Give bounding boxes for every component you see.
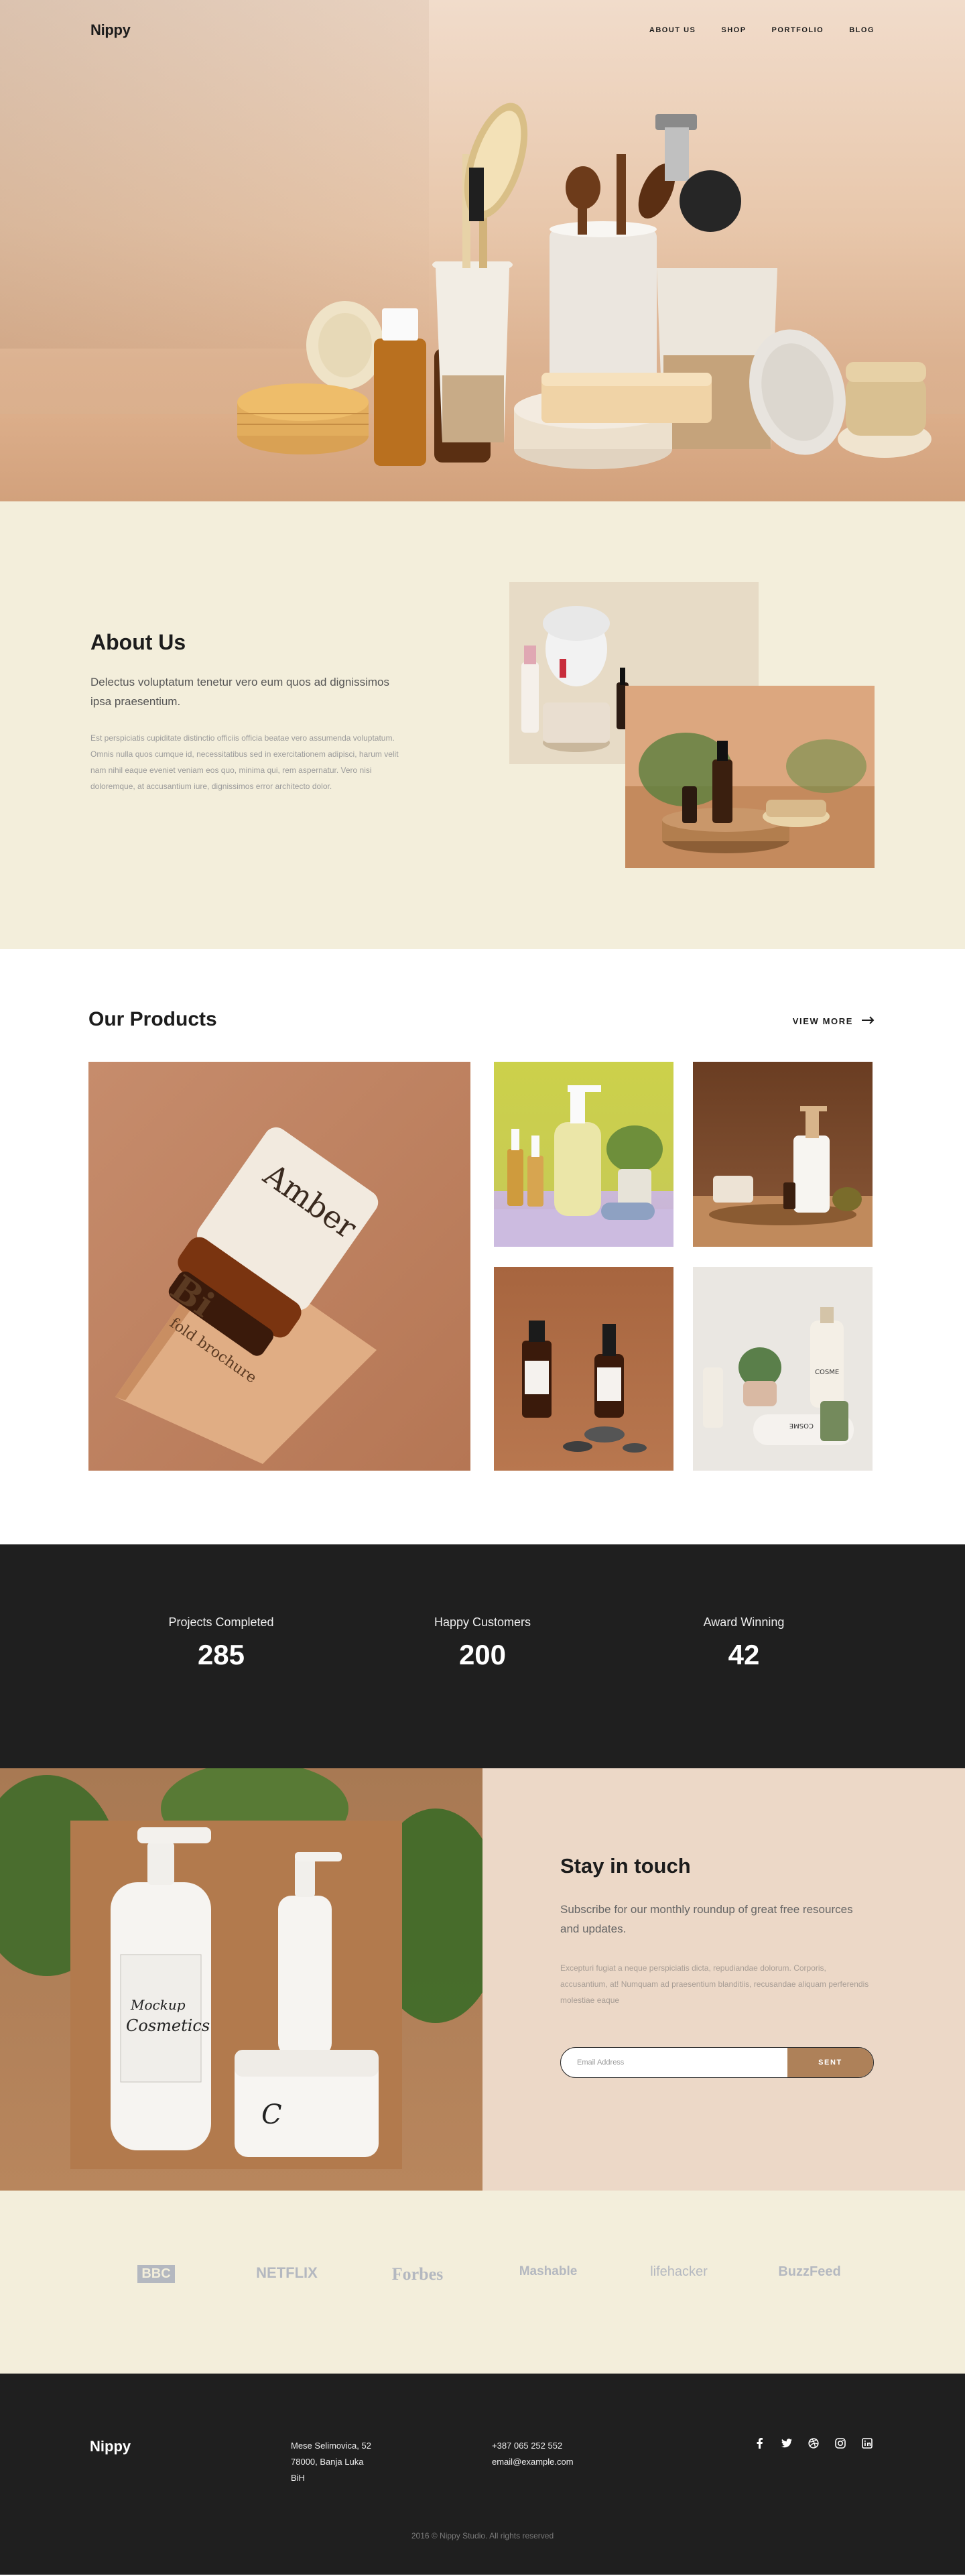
hero-image — [237, 103, 931, 469]
site-header: Nippy ABOUT US SHOP PORTFOLIO BLOG — [0, 0, 965, 60]
products-section: Our Products VIEW MORE Amber Bi fold bro… — [0, 949, 965, 1544]
stat-value: 285 — [197, 1639, 245, 1670]
cosme-label-b: COSME — [789, 1422, 814, 1429]
brand-logos-section: BBC NETFLIX Forbes Mashable lifehacker B… — [0, 2191, 965, 2374]
view-more-label: VIEW MORE — [792, 1016, 853, 1026]
footer-email[interactable]: email@example.com — [492, 2454, 574, 2470]
stat-value: 42 — [728, 1639, 760, 1670]
stat-label: Happy Customers — [434, 1615, 531, 1629]
about-lead: Delectus voluptatum tenetur vero eum quo… — [90, 676, 390, 708]
email-input[interactable] — [561, 2048, 787, 2077]
address-line: Mese Selimovica, 52 — [291, 2441, 371, 2451]
address-line: BiH — [291, 2473, 305, 2483]
address-line: 78000, Banja Luka — [291, 2457, 364, 2467]
about-body: Est perspiciatis cupiditate distinctio o… — [90, 733, 399, 791]
footer-contact: +387 065 252 552 email@example.com — [492, 2438, 574, 2470]
newsletter-section: Mockup Cosmetics C Stay in touch Subscri… — [0, 1768, 965, 2191]
arrow-right-icon — [861, 1016, 875, 1026]
brand-logo-bbc: BBC — [109, 2264, 203, 2283]
product-card-serum-bottles[interactable] — [494, 1267, 673, 1471]
product-card-cosme-set[interactable]: COSME COSME — [693, 1267, 873, 1471]
svg-text:C: C — [261, 2099, 282, 2130]
view-more-link[interactable]: VIEW MORE — [793, 1016, 875, 1026]
about-title: About Us — [90, 630, 186, 654]
stat-label: Award Winning — [703, 1615, 785, 1629]
product-card-pump-soap[interactable] — [693, 1062, 873, 1247]
newsletter-title: Stay in touch — [560, 1854, 691, 1878]
stat-label: Projects Completed — [168, 1615, 274, 1629]
newsletter-panel: Stay in touch Subscribe for our monthly … — [482, 1768, 965, 2191]
nav-portfolio[interactable]: PORTFOLIO — [772, 26, 824, 34]
about-image-bottles — [625, 686, 875, 868]
social-links — [755, 2438, 873, 2449]
send-button[interactable]: SENT — [787, 2048, 873, 2077]
products-title: Our Products — [88, 1008, 217, 1030]
facebook-icon[interactable] — [755, 2438, 765, 2449]
mockup-label: Mockup — [130, 1997, 186, 2013]
about-text: About Us Delectus voluptatum tenetur ver… — [90, 630, 412, 794]
logo[interactable]: Nippy — [90, 21, 131, 39]
stat-customers: Happy Customers 200 — [395, 1615, 570, 1671]
stat-value: 200 — [458, 1639, 507, 1670]
nav-about-us[interactable]: ABOUT US — [649, 26, 696, 34]
footer-address: Mese Selimovica, 52 78000, Banja Luka Bi… — [291, 2438, 371, 2486]
bbc-logo-text: BBC — [137, 2265, 175, 2283]
newsletter-image: Mockup Cosmetics C — [0, 1768, 482, 2191]
footer-phone[interactable]: +387 065 252 552 — [492, 2438, 574, 2454]
cosme-label-a: COSME — [815, 1369, 839, 1376]
dribbble-icon[interactable] — [808, 2438, 819, 2449]
brand-logo-mashable: Mashable — [519, 2264, 578, 2278]
instagram-icon[interactable] — [835, 2438, 846, 2449]
stats-section: Projects Completed 285 Happy Customers 2… — [0, 1544, 965, 1768]
twitter-icon[interactable] — [781, 2438, 792, 2449]
brand-logo-forbes: Forbes — [391, 2264, 444, 2284]
brand-logo-lifehacker: lifehacker — [650, 2264, 708, 2279]
site-footer: Nippy Mese Selimovica, 52 78000, Banja L… — [0, 2374, 965, 2575]
main-nav: ABOUT US SHOP PORTFOLIO BLOG — [649, 26, 875, 34]
newsletter-lead: Subscribe for our monthly roundup of gre… — [560, 1903, 853, 1935]
nav-shop[interactable]: SHOP — [721, 26, 746, 34]
about-section: About Us Delectus voluptatum tenetur ver… — [0, 501, 965, 949]
nav-blog[interactable]: BLOG — [849, 26, 875, 34]
brand-logo-netflix: NETFLIX — [256, 2264, 318, 2281]
product-card-amber-bottle[interactable]: Amber Bi fold brochure — [88, 1062, 470, 1471]
bbc-logo-icon: BBC — [137, 2265, 175, 2283]
footer-logo[interactable]: Nippy — [90, 2438, 131, 2455]
stat-awards: Award Winning 42 — [657, 1615, 831, 1671]
copyright: 2016 © Nippy Studio. All rights reserved — [411, 2531, 554, 2540]
cosmetics-label: Cosmetics — [126, 2016, 210, 2035]
subscribe-form: SENT — [560, 2047, 874, 2078]
brand-logo-buzzfeed: BuzzFeed — [778, 2264, 841, 2279]
hero-section — [0, 0, 965, 501]
newsletter-body: Excepturi fugiat a neque perspiciatis di… — [560, 1963, 869, 2005]
linkedin-icon[interactable] — [862, 2438, 873, 2449]
stat-projects: Projects Completed 285 — [134, 1615, 308, 1671]
product-card-dropper-set[interactable] — [494, 1062, 673, 1247]
